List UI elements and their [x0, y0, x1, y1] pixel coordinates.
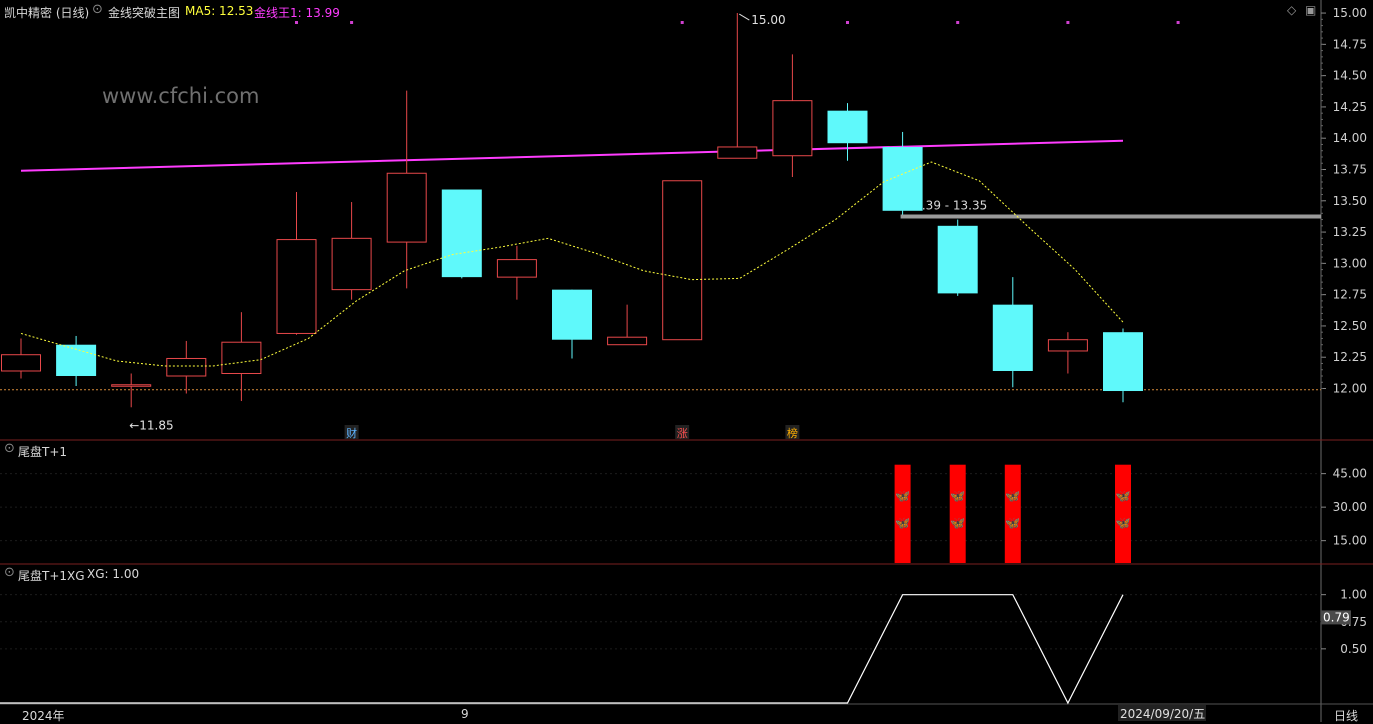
butterfly-icon-cyan: 🦋	[950, 489, 965, 503]
y-tick-label: 12.00	[1333, 382, 1367, 396]
y-tick-label: 13.00	[1333, 256, 1367, 270]
signal-bar	[1115, 464, 1131, 563]
chart-canvas: 15.00 14.75 14.50 14.25 14.00 13.75 13.50 13.25…	[0, 0, 1373, 722]
candle-body	[717, 146, 758, 159]
y-tick-label: 15.00	[1333, 534, 1367, 548]
candle-body	[111, 384, 152, 387]
candle-body	[772, 100, 813, 157]
candle-body	[276, 239, 317, 334]
butterfly-icon-cyan: 🦋	[895, 489, 910, 503]
signal-dot	[1066, 21, 1070, 24]
butterfly-icon-cyan: 🦋	[1005, 489, 1020, 503]
period-selector[interactable]: 日线	[1334, 707, 1358, 724]
candle-body	[331, 237, 372, 291]
diamond-icon[interactable]: ◇	[1287, 3, 1296, 17]
butterfly-icon-cyan: 🦋	[1116, 489, 1131, 503]
signal-dot	[956, 21, 960, 24]
candle-body	[992, 304, 1033, 371]
candle-body	[662, 180, 703, 341]
collapse-circle-icon[interactable]: ⊙	[92, 2, 103, 17]
signal-bar	[894, 464, 911, 563]
y-tick-label: 13.75	[1333, 162, 1367, 176]
candle-body	[607, 336, 648, 346]
indicator-name[interactable]: 金线突破主图	[108, 4, 180, 21]
candle-body	[827, 110, 868, 144]
xg-value: XG: 1.00	[87, 567, 140, 581]
signal-dot	[295, 21, 298, 24]
gold-line	[20, 139, 1124, 172]
butterfly-icon-gold: 🦋	[1116, 516, 1131, 530]
xaxis-current-date: 2024/09/20/五	[1118, 705, 1206, 721]
y-tick-label: 12.25	[1333, 350, 1367, 364]
stock-chart-window: 15.00 14.75 14.50 14.25 14.00 13.75 13.50 13.25…	[0, 0, 1373, 724]
y-tick-label: 13.50	[1333, 194, 1367, 208]
marker-label: 财	[346, 426, 357, 440]
butterfly-icon-gold: 🦋	[895, 516, 910, 530]
y-tick-label: 45.00	[1333, 467, 1367, 481]
gold-line-value: 金线王1: 13.99	[254, 6, 340, 20]
y-tick-label: 30.00	[1333, 500, 1367, 514]
y-tick-label: 13.25	[1333, 225, 1367, 239]
signal-dot	[1176, 21, 1180, 24]
collapse-circle-icon[interactable]: ⊙	[4, 565, 15, 580]
candle-body	[1103, 332, 1143, 392]
collapse-circle-icon[interactable]: ⊙	[4, 441, 15, 456]
signal-bar	[949, 464, 966, 563]
candle-body	[166, 357, 207, 377]
candle-body	[882, 146, 923, 211]
butterfly-icon-gold: 🦋	[1005, 516, 1020, 530]
candle-body	[496, 259, 537, 278]
window-icon[interactable]: ▣	[1305, 3, 1316, 17]
y-tick-label: 1.00	[1340, 588, 1367, 602]
y-tick-label: 14.00	[1333, 131, 1367, 145]
y-tick-label: 12.50	[1333, 319, 1367, 333]
stock-name: 凯中精密 (日线)	[4, 6, 90, 20]
watermark: www.cfchi.com	[102, 84, 260, 108]
low-label: ←11.85	[129, 418, 173, 432]
y-tick-label: 15.00	[1333, 6, 1367, 20]
signal-dot	[846, 21, 849, 24]
signal-dot	[350, 21, 354, 24]
candle-body	[1, 354, 41, 372]
xaxis-year-label: 2024年	[22, 709, 65, 723]
ma5-value: MA5: 12.53	[185, 4, 254, 18]
high-arrow	[739, 13, 750, 21]
y-tick-label: 14.75	[1333, 37, 1367, 51]
butterfly-icon-gold: 🦋	[950, 516, 965, 530]
candle-body	[221, 341, 262, 374]
y-tick-label: 12.75	[1333, 288, 1367, 302]
panel3-title: 尾盘T+1XG	[18, 569, 85, 583]
candle-body	[552, 289, 592, 340]
marker-label: 榜	[787, 426, 798, 440]
candle-body	[1047, 339, 1088, 352]
marker-label: 涨	[677, 427, 688, 440]
panel2-title: 尾盘T+1	[18, 445, 68, 459]
y-tick-label: 14.50	[1333, 69, 1367, 83]
high-label: 15.00	[751, 13, 785, 27]
candle-body	[386, 172, 427, 243]
candle-body	[937, 225, 978, 294]
signal-dot	[680, 21, 684, 24]
current-value-label: 0.79	[1323, 610, 1350, 624]
signal-bar	[1004, 464, 1021, 563]
candle-body	[441, 189, 482, 278]
y-tick-label: 14.25	[1333, 100, 1367, 114]
y-tick-label: 0.50	[1340, 642, 1367, 656]
xaxis-month-label: 9	[461, 707, 469, 721]
